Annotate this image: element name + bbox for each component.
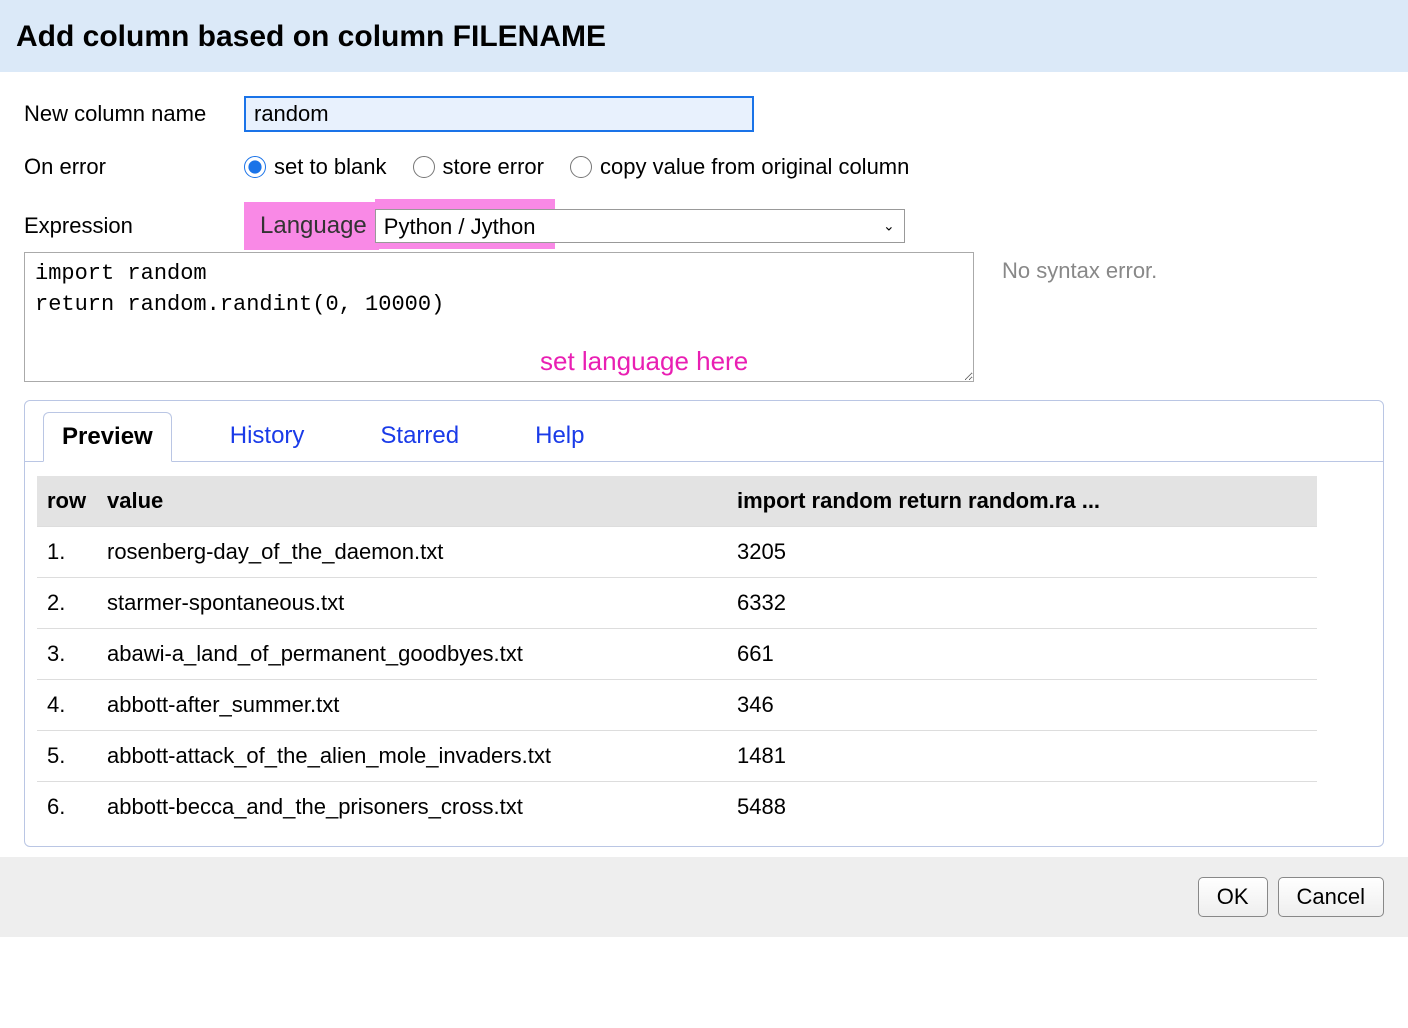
table-row: 6.abbott-becca_and_the_prisoners_cross.t… bbox=[37, 782, 1317, 833]
table-row: 1.rosenberg-day_of_the_daemon.txt3205 bbox=[37, 527, 1317, 578]
table-row: 3.abawi-a_land_of_permanent_goodbyes.txt… bbox=[37, 629, 1317, 680]
radio-store-label: store error bbox=[443, 154, 544, 180]
language-label: Language bbox=[260, 212, 367, 240]
preview-header-row: row value import random return random.ra… bbox=[37, 476, 1317, 527]
cell-result: 6332 bbox=[727, 578, 1317, 629]
radio-blank-label: set to blank bbox=[274, 154, 387, 180]
table-row: 5.abbott-attack_of_the_alien_mole_invade… bbox=[37, 731, 1317, 782]
header-result: import random return random.ra ... bbox=[727, 476, 1317, 527]
radio-store-error[interactable]: store error bbox=[413, 154, 544, 180]
dialog-footer: OK Cancel bbox=[0, 857, 1408, 937]
header-value: value bbox=[97, 476, 727, 527]
tabs-panel: Preview History Starred Help row value i… bbox=[24, 400, 1384, 847]
cell-rownum: 6. bbox=[37, 782, 97, 833]
preview-table: row value import random return random.ra… bbox=[37, 476, 1317, 832]
cell-rownum: 4. bbox=[37, 680, 97, 731]
cell-value: abbott-after_summer.txt bbox=[97, 680, 727, 731]
radio-copy-input[interactable] bbox=[570, 156, 592, 178]
cell-rownum: 5. bbox=[37, 731, 97, 782]
cell-result: 346 bbox=[727, 680, 1317, 731]
cell-result: 3205 bbox=[727, 527, 1317, 578]
dialog-body: New column name On error set to blank st… bbox=[0, 72, 1408, 857]
tab-preview[interactable]: Preview bbox=[43, 412, 172, 462]
preview-container: row value import random return random.ra… bbox=[25, 462, 1383, 846]
header-row: row bbox=[37, 476, 97, 527]
cell-value: rosenberg-day_of_the_daemon.txt bbox=[97, 527, 727, 578]
on-error-label: On error bbox=[24, 154, 244, 180]
cancel-button[interactable]: Cancel bbox=[1278, 877, 1384, 917]
cell-value: abawi-a_land_of_permanent_goodbyes.txt bbox=[97, 629, 727, 680]
table-row: 2.starmer-spontaneous.txt6332 bbox=[37, 578, 1317, 629]
cell-value: abbott-attack_of_the_alien_mole_invaders… bbox=[97, 731, 727, 782]
column-name-input[interactable] bbox=[244, 96, 754, 132]
tab-history[interactable]: History bbox=[212, 412, 323, 462]
annotation-text: set language here bbox=[540, 346, 748, 377]
tab-starred[interactable]: Starred bbox=[362, 412, 477, 462]
expression-row: Expression Language Python / Jython ⌄ bbox=[24, 202, 1384, 250]
on-error-row: On error set to blank store error copy v… bbox=[24, 154, 1384, 180]
dialog-header: Add column based on column FILENAME bbox=[0, 0, 1408, 72]
cell-value: abbott-becca_and_the_prisoners_cross.txt bbox=[97, 782, 727, 833]
radio-blank-input[interactable] bbox=[244, 156, 266, 178]
cell-rownum: 2. bbox=[37, 578, 97, 629]
language-select[interactable]: Python / Jython bbox=[375, 209, 905, 243]
preview-scroll[interactable]: row value import random return random.ra… bbox=[37, 476, 1371, 832]
radio-set-to-blank[interactable]: set to blank bbox=[244, 154, 387, 180]
radio-copy-value[interactable]: copy value from original column bbox=[570, 154, 909, 180]
cell-result: 1481 bbox=[727, 731, 1317, 782]
cell-result: 5488 bbox=[727, 782, 1317, 833]
on-error-radio-group: set to blank store error copy value from… bbox=[244, 154, 927, 180]
dialog-title: Add column based on column FILENAME bbox=[16, 20, 1392, 54]
tab-list: Preview History Starred Help bbox=[25, 401, 1383, 462]
column-name-row: New column name bbox=[24, 96, 1384, 132]
radio-store-input[interactable] bbox=[413, 156, 435, 178]
language-highlight: Language bbox=[244, 202, 379, 250]
cell-rownum: 3. bbox=[37, 629, 97, 680]
expression-editor[interactable] bbox=[24, 252, 974, 382]
cell-value: starmer-spontaneous.txt bbox=[97, 578, 727, 629]
table-row: 4.abbott-after_summer.txt346 bbox=[37, 680, 1317, 731]
ok-button[interactable]: OK bbox=[1198, 877, 1268, 917]
syntax-status: No syntax error. bbox=[1002, 252, 1157, 382]
column-name-label: New column name bbox=[24, 101, 244, 127]
cell-rownum: 1. bbox=[37, 527, 97, 578]
cell-result: 661 bbox=[727, 629, 1317, 680]
tab-help[interactable]: Help bbox=[517, 412, 602, 462]
radio-copy-label: copy value from original column bbox=[600, 154, 909, 180]
expression-label: Expression bbox=[24, 213, 244, 239]
